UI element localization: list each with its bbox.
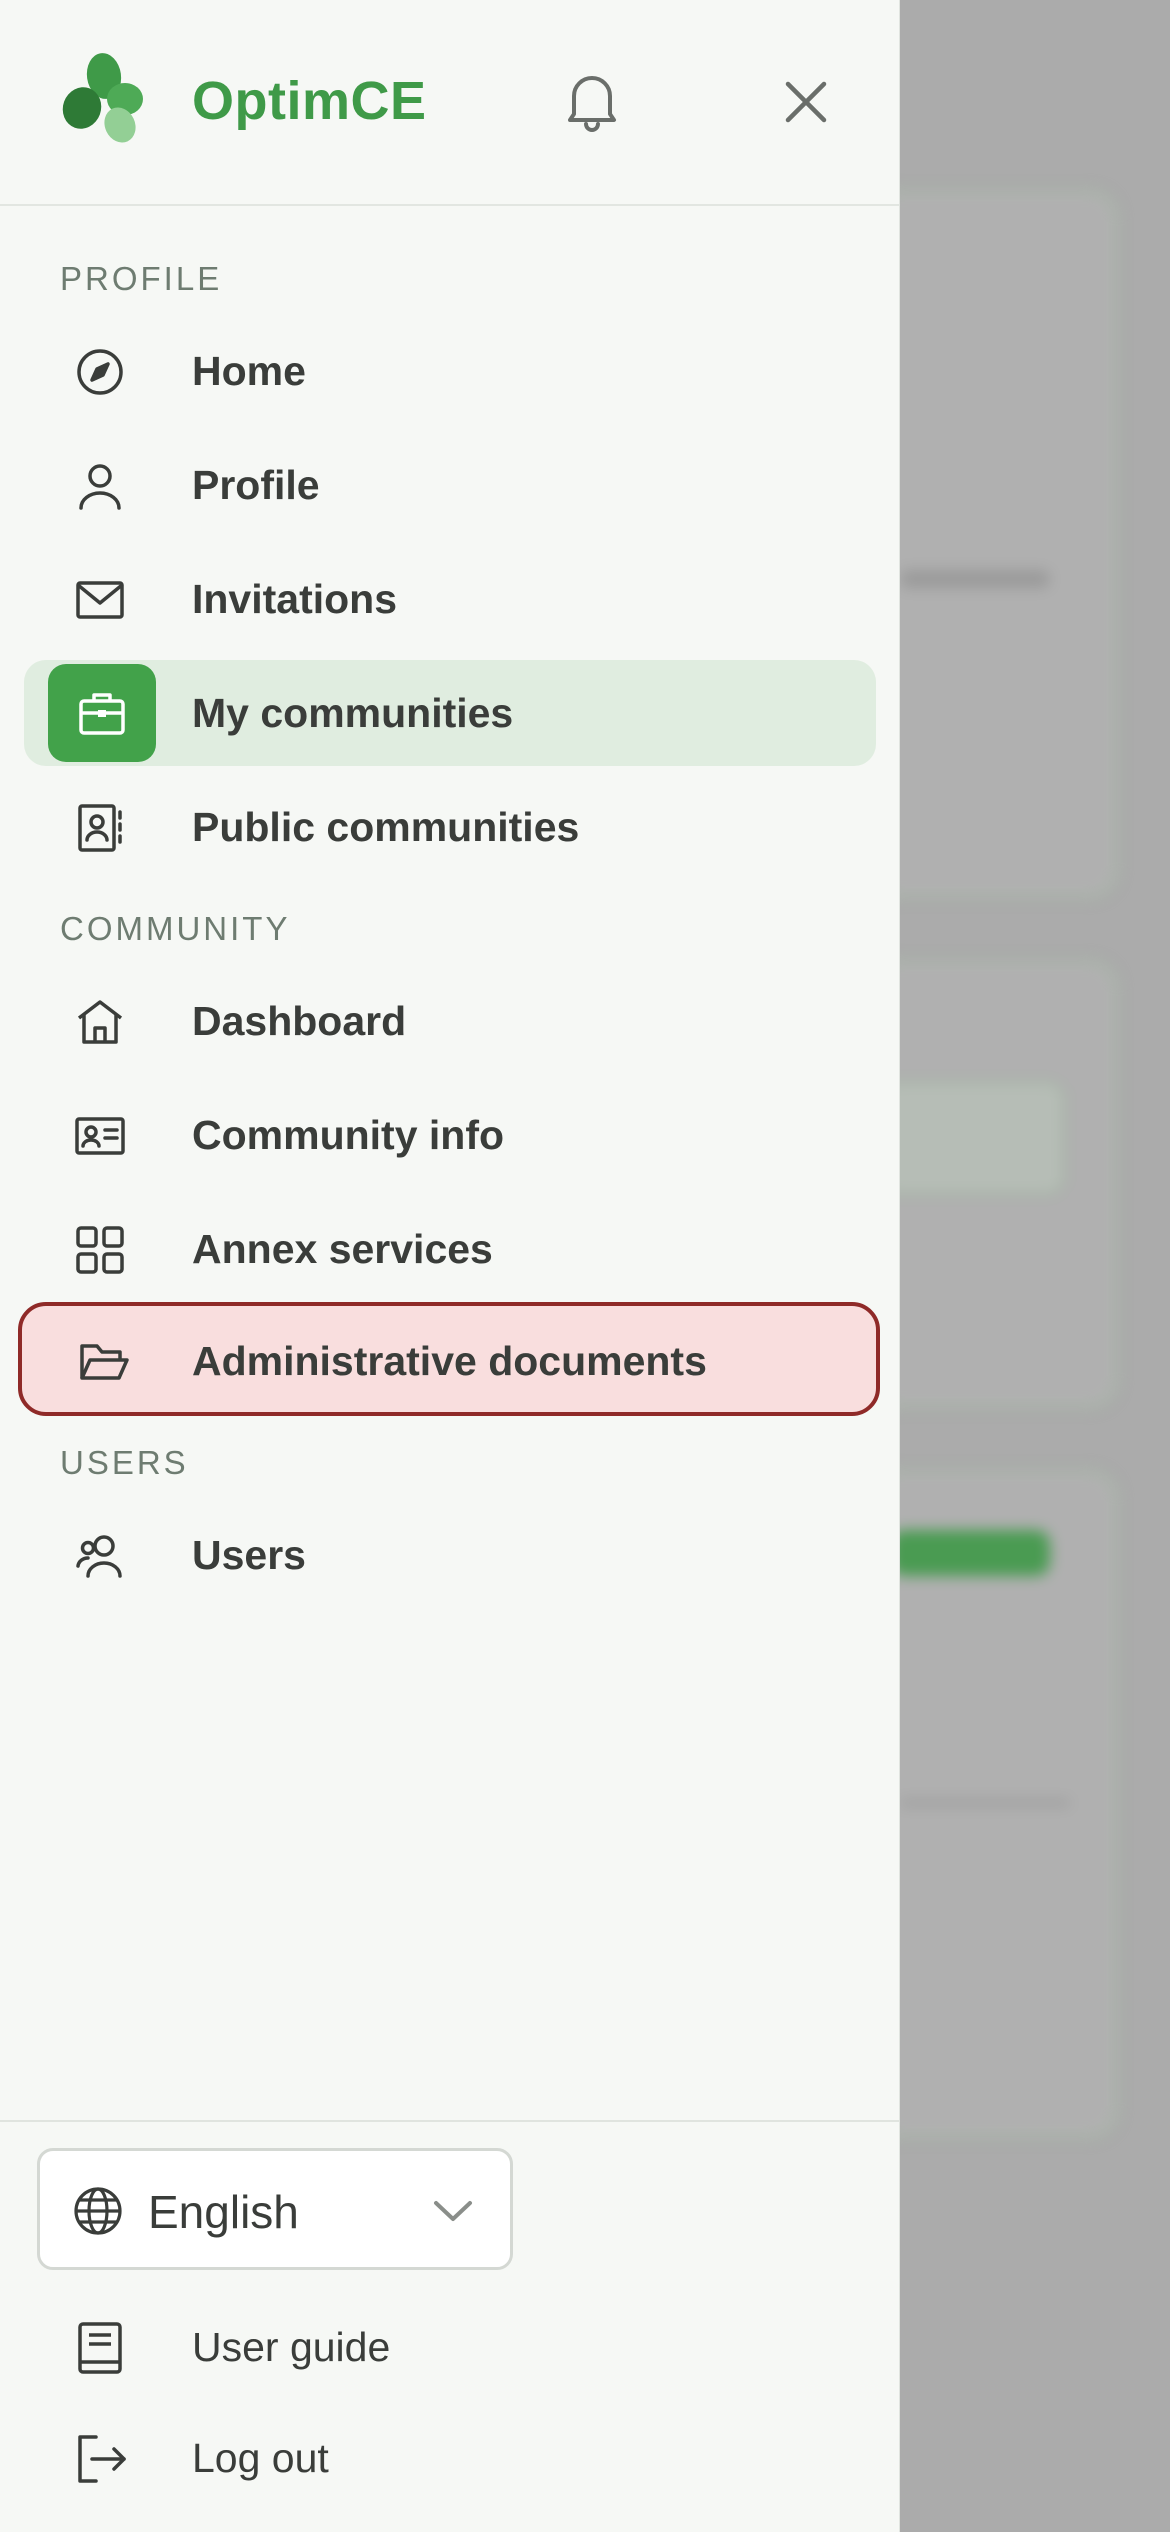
footer-divider	[0, 2120, 899, 2122]
nav-item-label: Home	[192, 348, 306, 394]
navigation-drawer: OptimCE PROFILE Home Profile Invitations…	[0, 0, 900, 2532]
section-label-profile: PROFILE	[60, 260, 223, 297]
user-guide-link[interactable]: User guide	[60, 2302, 820, 2392]
user-guide-label: User guide	[192, 2324, 391, 2370]
background-input	[880, 1080, 1066, 1196]
nav-item-community-info[interactable]: Community info	[24, 1082, 876, 1188]
nav-item-my-communities[interactable]: My communities	[24, 660, 876, 766]
nav-item-label: My communities	[192, 690, 514, 736]
logout-label: Log out	[192, 2435, 329, 2481]
optimce-logo-icon	[58, 50, 152, 144]
nav-item-annex-services[interactable]: Annex services	[24, 1196, 876, 1302]
user-icon	[74, 460, 126, 512]
compass-icon	[74, 346, 126, 398]
nav-item-public-communities[interactable]: Public communities	[24, 774, 876, 880]
nav-item-home[interactable]: Home	[24, 318, 876, 424]
app-root: OptimCE PROFILE Home Profile Invitations…	[0, 0, 1170, 2532]
nav-item-label: Annex services	[192, 1226, 493, 1272]
background-card	[870, 190, 1118, 898]
section-label-community: COMMUNITY	[60, 910, 291, 947]
bell-icon[interactable]	[556, 64, 628, 136]
nav-item-label: Community info	[192, 1112, 505, 1158]
logout-icon	[72, 2431, 128, 2487]
briefcase-icon	[76, 687, 128, 739]
nav-item-administrative-documents[interactable]: Administrative documents	[18, 1302, 880, 1416]
language-selected-value: English	[148, 2186, 299, 2238]
nav-item-profile[interactable]: Profile	[24, 432, 876, 538]
book-icon	[72, 2320, 128, 2376]
globe-icon	[72, 2185, 124, 2237]
app-brand-name: OptimCE	[192, 71, 427, 131]
grid-icon	[74, 1224, 126, 1276]
background-button	[890, 1530, 1050, 1576]
nav-item-label: Dashboard	[192, 998, 407, 1044]
drawer-header: OptimCE	[0, 0, 899, 206]
chevron-down-icon	[430, 2191, 476, 2231]
background-text	[900, 570, 1050, 588]
nav-item-label: Public communities	[192, 804, 580, 850]
contact-book-icon	[74, 802, 126, 854]
nav-item-users[interactable]: Users	[24, 1502, 876, 1608]
nav-item-invitations[interactable]: Invitations	[24, 546, 876, 652]
envelope-icon	[74, 574, 126, 626]
close-icon[interactable]	[776, 72, 836, 132]
nav-item-label: Users	[192, 1532, 306, 1578]
folder-open-icon	[78, 1336, 130, 1388]
id-card-icon	[74, 1110, 126, 1162]
nav-item-dashboard[interactable]: Dashboard	[24, 968, 876, 1074]
nav-item-label: Administrative documents	[192, 1338, 707, 1384]
active-icon-tile	[48, 664, 156, 762]
language-select[interactable]: English	[37, 2148, 513, 2270]
house-icon	[74, 996, 126, 1048]
section-label-users: USERS	[60, 1444, 189, 1481]
background-text	[900, 1800, 1070, 1806]
nav-item-label: Profile	[192, 462, 320, 508]
nav-item-label: Invitations	[192, 576, 398, 622]
logout-link[interactable]: Log out	[60, 2413, 820, 2503]
users-icon	[74, 1530, 126, 1582]
